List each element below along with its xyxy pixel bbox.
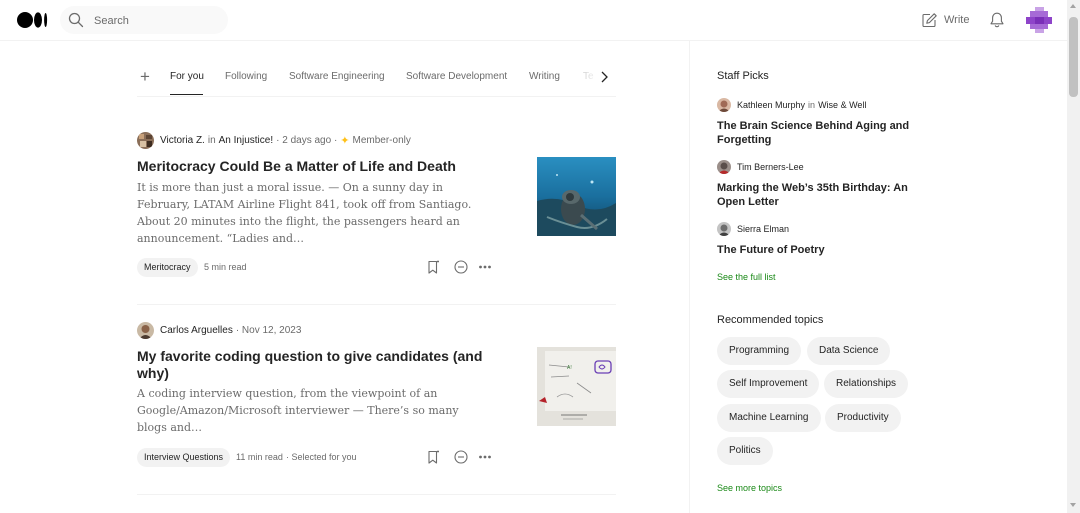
read-time: 11 min read	[236, 452, 283, 462]
tab-software-engineering[interactable]: Software Engineering	[289, 71, 385, 82]
article-card[interactable]: Carlos Arguelles · Nov 12, 2023 My favor…	[137, 321, 616, 471]
author-avatar[interactable]	[717, 222, 731, 236]
post-date: · 2 days ago ·	[276, 134, 338, 146]
author-name[interactable]: Sierra Elman	[737, 224, 789, 234]
recommended-topics-heading: Recommended topics	[717, 314, 824, 326]
svg-text:A!: A!	[567, 365, 572, 371]
user-avatar[interactable]	[1026, 7, 1052, 33]
search-icon	[68, 12, 84, 28]
article-thumbnail[interactable]: A!	[537, 347, 616, 426]
see-more-topics-link[interactable]: See more topics	[717, 483, 782, 493]
tab-software-development[interactable]: Software Development	[406, 71, 507, 82]
read-time: 5 min read	[204, 262, 247, 272]
selected-for-you-label: · Selected for you	[286, 452, 357, 462]
author-name[interactable]: Carlos Arguelles	[160, 325, 233, 336]
search-input[interactable]	[92, 11, 224, 31]
publication-name[interactable]: Wise & Well	[818, 100, 866, 110]
notifications-bell-icon[interactable]	[988, 11, 1006, 29]
author-avatar[interactable]	[137, 131, 154, 149]
medium-logo[interactable]	[17, 12, 49, 28]
tab-for-you[interactable]: For you	[170, 71, 204, 82]
publication-name[interactable]: An Injustice!	[219, 135, 273, 146]
staff-pick-title[interactable]: The Brain Science Behind Aging and Forge…	[717, 119, 917, 147]
in-label: in	[808, 100, 816, 110]
article-footer: Meritocracy 5 min read	[137, 258, 616, 278]
active-tab-indicator	[170, 94, 203, 95]
staff-picks-heading: Staff Picks	[717, 70, 769, 82]
scroll-down-arrow-icon[interactable]	[1070, 503, 1076, 507]
staff-pick-author: Sierra Elman	[717, 221, 789, 237]
author-name[interactable]: Kathleen Murphy	[737, 100, 805, 110]
search-bar[interactable]	[60, 6, 228, 34]
bookmark-icon[interactable]	[425, 449, 441, 465]
topic-chip-politics[interactable]: Politics	[717, 437, 773, 465]
article-thumbnail[interactable]	[537, 157, 616, 236]
article-divider	[137, 494, 616, 495]
see-full-list-link[interactable]: See the full list	[717, 272, 776, 282]
article-meta: Victoria Z. in An Injustice! · 2 days ag…	[137, 131, 411, 149]
post-date: · Nov 12, 2023	[235, 324, 302, 336]
tab-following[interactable]: Following	[225, 71, 267, 82]
article-meta: Carlos Arguelles · Nov 12, 2023	[137, 321, 301, 339]
article-title[interactable]: Meritocracy Could Be a Matter of Life an…	[137, 158, 487, 175]
show-less-icon[interactable]	[453, 449, 469, 465]
topic-chip-relationships[interactable]: Relationships	[824, 370, 909, 398]
staff-pick-author: Kathleen Murphy in Wise & Well	[717, 97, 866, 113]
member-star-icon: ✦	[340, 134, 350, 147]
article-divider	[137, 304, 616, 305]
sidebar-divider	[689, 40, 690, 513]
article-card[interactable]: Victoria Z. in An Injustice! · 2 days ag…	[137, 131, 616, 281]
add-topic-button[interactable]: +	[137, 68, 153, 85]
member-only-label: Member-only	[352, 134, 411, 146]
article-footer: Interview Questions 11 min read · Select…	[137, 448, 616, 468]
topic-chip-machine-learning[interactable]: Machine Learning	[717, 404, 821, 432]
topic-tag[interactable]: Meritocracy	[137, 258, 198, 277]
write-icon	[922, 12, 937, 27]
more-options-icon[interactable]	[477, 449, 493, 465]
top-bar: Write	[0, 0, 1067, 41]
article-title[interactable]: My favorite coding question to give cand…	[137, 348, 487, 382]
bookmark-icon[interactable]	[425, 259, 441, 275]
feed-tabs: + For you Following Software Engineering…	[137, 62, 616, 97]
more-options-icon[interactable]	[477, 259, 493, 275]
in-label: in	[207, 134, 216, 146]
topic-chip-productivity[interactable]: Productivity	[825, 404, 901, 432]
tab-writing[interactable]: Writing	[529, 71, 560, 82]
article-snippet[interactable]: It is more than just a moral issue. — On…	[137, 179, 487, 247]
topic-chip-programming[interactable]: Programming	[717, 337, 802, 365]
chevron-right-icon[interactable]	[598, 70, 610, 84]
author-name[interactable]: Tim Berners-Lee	[737, 162, 804, 172]
scrollbar-thumb[interactable]	[1069, 17, 1078, 97]
topic-tag[interactable]: Interview Questions	[137, 448, 231, 467]
article-snippet[interactable]: A coding interview question, from the vi…	[137, 385, 487, 436]
topic-chip-self-improvement[interactable]: Self Improvement	[717, 370, 820, 398]
page-scrollbar[interactable]	[1067, 0, 1080, 513]
staff-pick-title[interactable]: Marking the Web’s 35th Birthday: An Open…	[717, 181, 917, 209]
staff-pick-title[interactable]: The Future of Poetry	[717, 243, 917, 257]
topic-chip-data-science[interactable]: Data Science	[807, 337, 891, 365]
write-label: Write	[944, 14, 970, 26]
scroll-up-arrow-icon[interactable]	[1070, 4, 1076, 8]
author-avatar[interactable]	[717, 98, 731, 112]
write-button[interactable]: Write	[921, 11, 969, 29]
author-avatar[interactable]	[717, 160, 731, 174]
staff-pick-author: Tim Berners-Lee	[717, 159, 804, 175]
author-avatar[interactable]	[137, 321, 154, 339]
author-name[interactable]: Victoria Z.	[160, 135, 205, 146]
show-less-icon[interactable]	[453, 259, 469, 275]
